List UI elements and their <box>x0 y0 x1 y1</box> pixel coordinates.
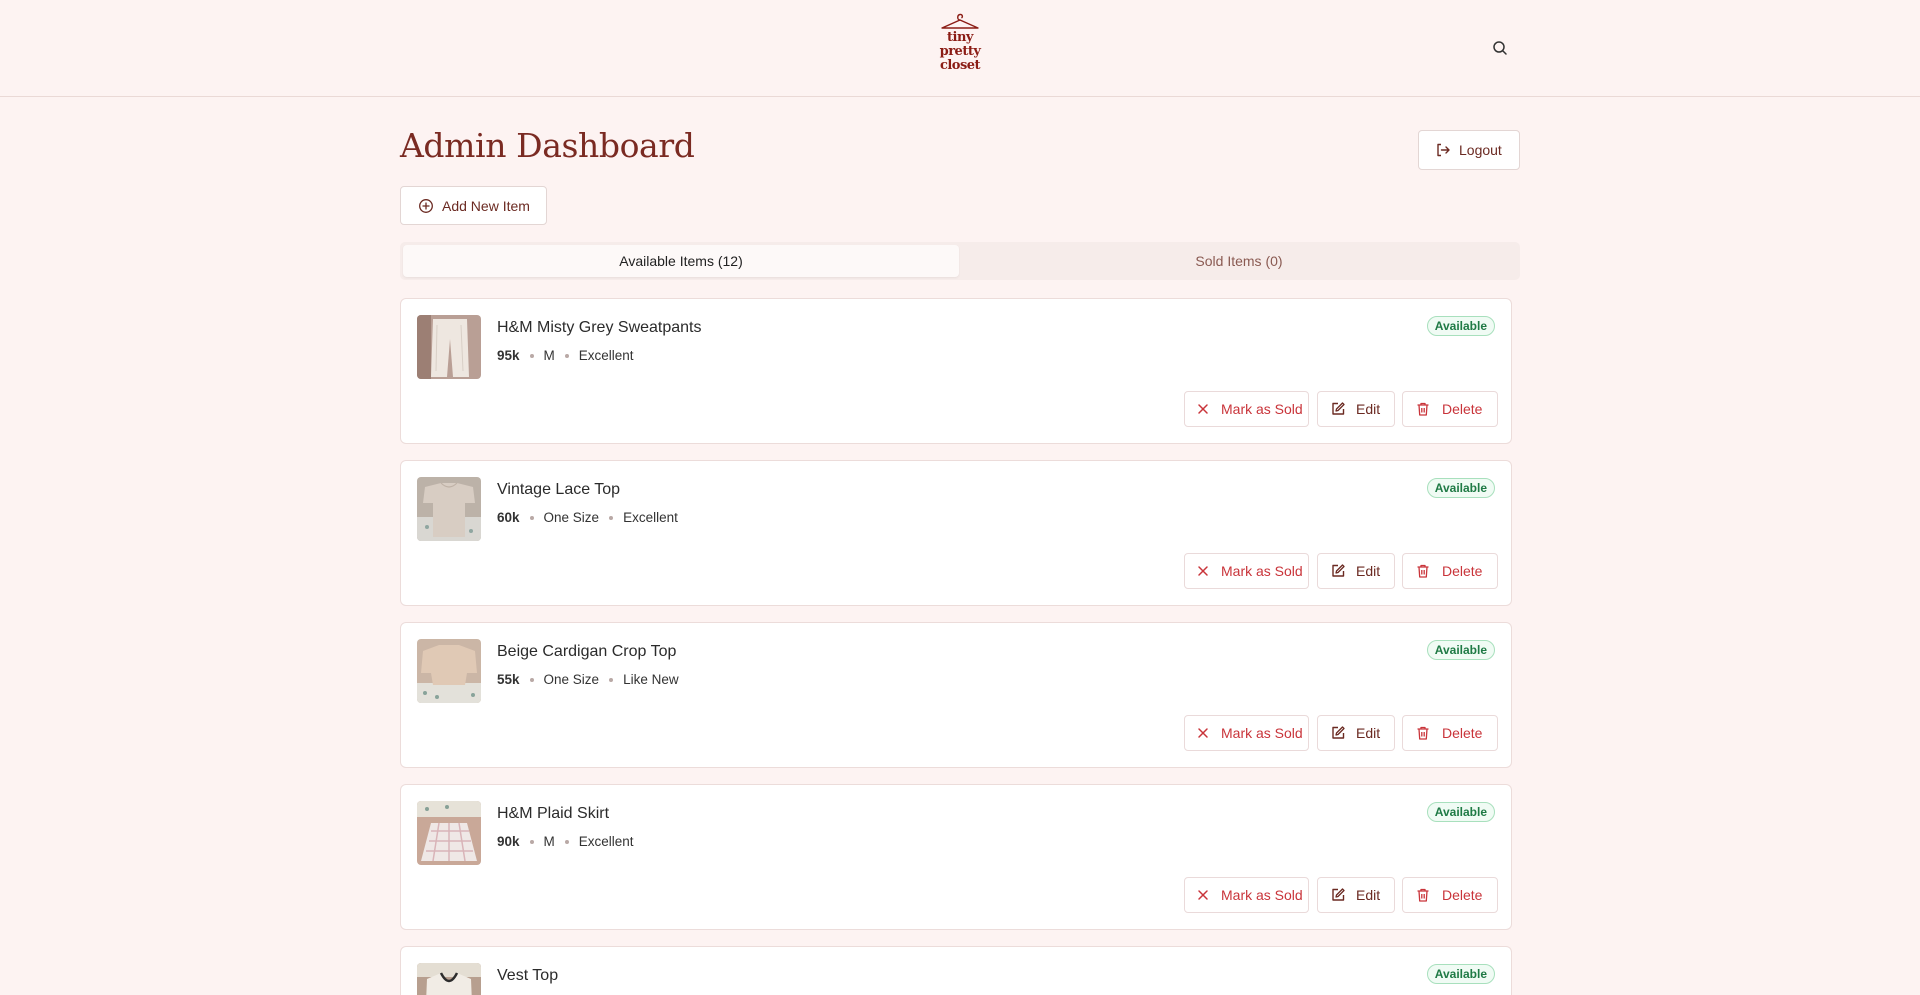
tab-sold-items[interactable]: Sold Items (0) <box>961 245 1517 277</box>
brand-logo[interactable]: tiny pretty closet <box>934 12 986 80</box>
mark-as-sold-button[interactable]: Mark as Sold <box>1184 553 1309 589</box>
mark-as-sold-label: Mark as Sold <box>1221 725 1303 741</box>
item-condition: Excellent <box>578 348 634 363</box>
item-thumbnail <box>417 477 481 541</box>
item-card: H&M Misty Grey Sweatpants 95k M Excellen… <box>400 298 1512 444</box>
edit-label: Edit <box>1356 401 1381 417</box>
item-name: Vintage Lace Top <box>497 481 621 498</box>
tab-available-items[interactable]: Available Items (12) <box>403 245 959 277</box>
close-icon <box>1198 890 1208 900</box>
logo-line: pretty <box>939 44 981 59</box>
separator-dot <box>529 677 534 682</box>
item-card: H&M Plaid Skirt 90k M Excellent Availabl… <box>400 784 1512 930</box>
item-size: M <box>543 348 555 363</box>
edit-icon <box>1332 402 1345 415</box>
status-badge: Available <box>1426 640 1495 660</box>
item-size: One Size <box>543 510 600 525</box>
item-condition: Like New <box>623 672 679 687</box>
item-condition: Excellent <box>578 834 634 849</box>
logout-icon <box>1437 143 1450 157</box>
edit-button[interactable]: Edit <box>1317 553 1395 589</box>
status-badge: Available <box>1426 964 1495 984</box>
logo-line: tiny <box>947 30 973 45</box>
item-card: Vest Top Available <box>400 946 1512 995</box>
top-bar: tiny pretty closet <box>0 0 1920 97</box>
delete-button[interactable]: Delete <box>1402 553 1498 589</box>
add-new-item-button[interactable]: Add New Item <box>400 186 547 225</box>
item-meta: 55k One Size Like New <box>497 672 679 687</box>
edit-icon <box>1332 726 1345 739</box>
edit-label: Edit <box>1356 725 1381 741</box>
separator-dot <box>529 515 534 520</box>
edit-icon <box>1332 888 1345 901</box>
mark-as-sold-label: Mark as Sold <box>1221 563 1303 579</box>
separator-dot <box>529 353 534 358</box>
plus-circle-icon <box>419 198 433 213</box>
page-title: Admin Dashboard <box>400 126 695 165</box>
item-size: One Size <box>543 672 600 687</box>
item-price: 95k <box>497 348 520 363</box>
mark-as-sold-button[interactable]: Mark as Sold <box>1184 877 1309 913</box>
status-badge: Available <box>1426 478 1495 498</box>
item-thumbnail <box>417 639 481 703</box>
trash-icon <box>1417 402 1429 416</box>
status-badge: Available <box>1426 802 1495 822</box>
tabs-bar: Available Items (12) Sold Items (0) <box>400 242 1520 280</box>
edit-button[interactable]: Edit <box>1317 715 1395 751</box>
delete-button[interactable]: Delete <box>1402 877 1498 913</box>
logout-label: Logout <box>1459 142 1502 158</box>
item-condition: Excellent <box>623 510 678 525</box>
hanger-icon <box>941 13 979 29</box>
separator-dot <box>564 839 569 844</box>
search-icon <box>1493 41 1507 55</box>
close-icon <box>1198 728 1208 738</box>
add-new-item-label: Add New Item <box>442 197 530 214</box>
mark-as-sold-button[interactable]: Mark as Sold <box>1184 715 1309 751</box>
item-meta: 60k One Size Excellent <box>497 510 678 525</box>
logout-button[interactable]: Logout <box>1418 130 1520 170</box>
mark-as-sold-button[interactable]: Mark as Sold <box>1184 391 1309 427</box>
item-price: 55k <box>497 672 520 687</box>
item-name: Beige Cardigan Crop Top <box>497 643 677 660</box>
item-price: 60k <box>497 510 520 525</box>
delete-button[interactable]: Delete <box>1402 391 1498 427</box>
item-meta: 95k M Excellent <box>497 348 634 363</box>
mark-as-sold-label: Mark as Sold <box>1221 887 1303 903</box>
edit-button[interactable]: Edit <box>1317 877 1395 913</box>
item-thumbnail <box>417 801 481 865</box>
item-size: M <box>543 834 555 849</box>
item-card: Beige Cardigan Crop Top 55k One Size Lik… <box>400 622 1512 768</box>
separator-dot <box>564 353 569 358</box>
trash-icon <box>1417 888 1429 902</box>
item-name: H&M Plaid Skirt <box>497 805 610 822</box>
delete-label: Delete <box>1442 887 1483 903</box>
edit-icon <box>1332 564 1345 577</box>
item-meta: 90k M Excellent <box>497 834 634 849</box>
logo-line: closet <box>939 58 981 73</box>
item-name: H&M Misty Grey Sweatpants <box>497 319 702 336</box>
delete-button[interactable]: Delete <box>1402 715 1498 751</box>
mark-as-sold-label: Mark as Sold <box>1221 401 1303 417</box>
close-icon <box>1198 566 1208 576</box>
item-thumbnail <box>417 963 481 995</box>
search-button[interactable] <box>1490 38 1510 58</box>
edit-button[interactable]: Edit <box>1317 391 1395 427</box>
item-card: Vintage Lace Top 60k One Size Excellent … <box>400 460 1512 606</box>
status-badge: Available <box>1426 316 1495 336</box>
delete-label: Delete <box>1442 725 1483 741</box>
edit-label: Edit <box>1356 887 1381 903</box>
trash-icon <box>1417 564 1429 578</box>
trash-icon <box>1417 726 1429 740</box>
separator-dot <box>529 839 534 844</box>
edit-label: Edit <box>1356 563 1381 579</box>
close-icon <box>1198 404 1208 414</box>
separator-dot <box>609 677 614 682</box>
item-thumbnail <box>417 315 481 379</box>
separator-dot <box>609 515 614 520</box>
delete-label: Delete <box>1442 401 1483 417</box>
item-name: Vest Top <box>497 967 559 984</box>
delete-label: Delete <box>1442 563 1483 579</box>
item-price: 90k <box>497 834 520 849</box>
